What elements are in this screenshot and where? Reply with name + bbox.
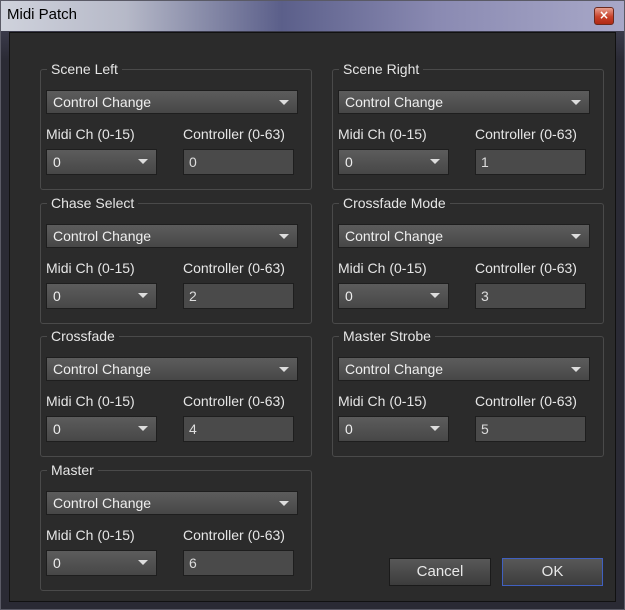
controller-value: 6 (189, 555, 197, 571)
controller-input[interactable]: 0 (183, 149, 294, 175)
message-type-select[interactable]: Control Change (338, 357, 590, 381)
chevron-down-icon (571, 234, 581, 239)
controller-value: 5 (481, 421, 489, 437)
dialog-client-area: Scene Left Control Change Midi Ch (0-15)… (9, 32, 616, 602)
group-label: Scene Right (339, 61, 424, 77)
ok-button[interactable]: OK (502, 558, 603, 586)
controller-label: Controller (0-63) (183, 527, 285, 543)
message-type-select[interactable]: Control Change (46, 90, 298, 114)
midi-ch-select[interactable]: 0 (338, 149, 449, 175)
controller-input[interactable]: 1 (475, 149, 586, 175)
midi-ch-select[interactable]: 0 (46, 550, 157, 576)
group-master: Master Control Change Midi Ch (0-15) Con… (40, 462, 312, 591)
midi-ch-value: 0 (345, 154, 353, 170)
midi-ch-label: Midi Ch (0-15) (338, 126, 427, 142)
midi-ch-value: 0 (345, 421, 353, 437)
chevron-down-icon (138, 159, 148, 164)
controller-value: 0 (189, 154, 197, 170)
controller-label: Controller (0-63) (475, 260, 577, 276)
controller-input[interactable]: 4 (183, 416, 294, 442)
group-label: Scene Left (47, 61, 122, 77)
group-crossfade: Crossfade Control Change Midi Ch (0-15) … (40, 328, 312, 457)
controller-label: Controller (0-63) (183, 126, 285, 142)
close-icon: × (598, 8, 610, 22)
group-label: Crossfade (47, 328, 119, 344)
chevron-down-icon (138, 426, 148, 431)
message-type-select[interactable]: Control Change (46, 491, 298, 515)
controller-value: 3 (481, 288, 489, 304)
midi-ch-value: 0 (53, 555, 61, 571)
controller-input[interactable]: 5 (475, 416, 586, 442)
midi-ch-label: Midi Ch (0-15) (338, 393, 427, 409)
message-type-select[interactable]: Control Change (338, 90, 590, 114)
midi-patch-window: Midi Patch × Scene Left Control Change M… (0, 0, 625, 610)
message-type-value: Control Change (53, 94, 152, 110)
midi-ch-label: Midi Ch (0-15) (46, 126, 135, 142)
chevron-down-icon (571, 100, 581, 105)
midi-ch-value: 0 (53, 421, 61, 437)
controller-label: Controller (0-63) (183, 260, 285, 276)
midi-ch-label: Midi Ch (0-15) (46, 393, 135, 409)
controller-value: 1 (481, 154, 489, 170)
controller-input[interactable]: 6 (183, 550, 294, 576)
message-type-value: Control Change (345, 94, 444, 110)
controller-label: Controller (0-63) (183, 393, 285, 409)
group-scene-left: Scene Left Control Change Midi Ch (0-15)… (40, 61, 312, 190)
close-button[interactable]: × (594, 7, 614, 25)
midi-ch-label: Midi Ch (0-15) (46, 260, 135, 276)
window-title: Midi Patch (7, 6, 78, 23)
group-label: Master Strobe (339, 328, 435, 344)
group-crossfade-mode: Crossfade Mode Control Change Midi Ch (0… (332, 195, 604, 324)
message-type-select[interactable]: Control Change (46, 357, 298, 381)
midi-ch-select[interactable]: 0 (338, 283, 449, 309)
midi-ch-value: 0 (345, 288, 353, 304)
message-type-value: Control Change (345, 361, 444, 377)
group-scene-right: Scene Right Control Change Midi Ch (0-15… (332, 61, 604, 190)
controller-input[interactable]: 3 (475, 283, 586, 309)
chevron-down-icon (430, 293, 440, 298)
midi-ch-select[interactable]: 0 (338, 416, 449, 442)
midi-ch-select[interactable]: 0 (46, 416, 157, 442)
group-label: Crossfade Mode (339, 195, 450, 211)
chevron-down-icon (430, 426, 440, 431)
group-label: Master (47, 462, 98, 478)
message-type-value: Control Change (53, 228, 152, 244)
midi-ch-value: 0 (53, 154, 61, 170)
chevron-down-icon (138, 560, 148, 565)
chevron-down-icon (138, 293, 148, 298)
midi-ch-label: Midi Ch (0-15) (46, 527, 135, 543)
title-bar[interactable]: Midi Patch × (1, 1, 624, 31)
controller-label: Controller (0-63) (475, 126, 577, 142)
chevron-down-icon (430, 159, 440, 164)
midi-ch-select[interactable]: 0 (46, 149, 157, 175)
message-type-value: Control Change (53, 495, 152, 511)
message-type-select[interactable]: Control Change (338, 224, 590, 248)
chevron-down-icon (279, 501, 289, 506)
message-type-select[interactable]: Control Change (46, 224, 298, 248)
message-type-value: Control Change (345, 228, 444, 244)
midi-ch-value: 0 (53, 288, 61, 304)
midi-ch-label: Midi Ch (0-15) (338, 260, 427, 276)
chevron-down-icon (279, 367, 289, 372)
chevron-down-icon (571, 367, 581, 372)
group-master-strobe: Master Strobe Control Change Midi Ch (0-… (332, 328, 604, 457)
cancel-button[interactable]: Cancel (389, 558, 491, 586)
message-type-value: Control Change (53, 361, 152, 377)
group-label: Chase Select (47, 195, 139, 211)
controller-label: Controller (0-63) (475, 393, 577, 409)
chevron-down-icon (279, 234, 289, 239)
controller-input[interactable]: 2 (183, 283, 294, 309)
controller-value: 4 (189, 421, 197, 437)
group-chase-select: Chase Select Control Change Midi Ch (0-1… (40, 195, 312, 324)
controller-value: 2 (189, 288, 197, 304)
midi-ch-select[interactable]: 0 (46, 283, 157, 309)
chevron-down-icon (279, 100, 289, 105)
